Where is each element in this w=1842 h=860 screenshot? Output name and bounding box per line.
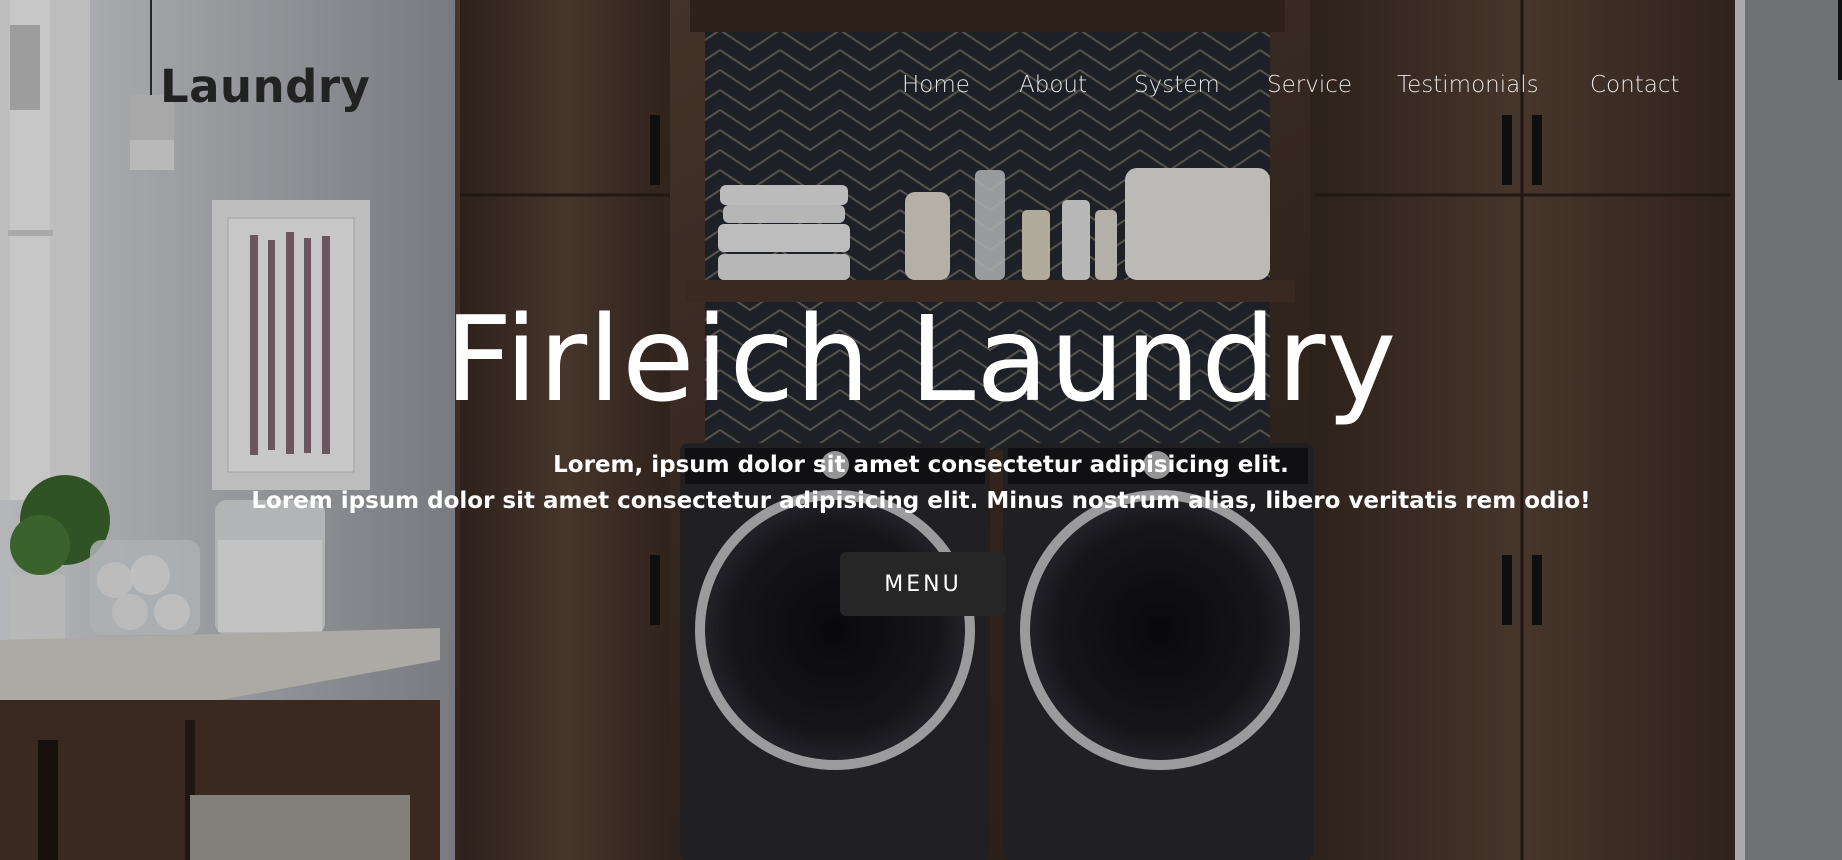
hero-subtitle-line1: Lorem, ipsum dolor sit amet consectetur … [553, 452, 1289, 478]
hero-subtitle-line2: Lorem ipsum dolor sit amet consectetur a… [251, 488, 1591, 514]
nav-link-service[interactable]: Service [1267, 72, 1352, 98]
hero-section: Laundry Home About System Service Testim… [0, 0, 1842, 860]
nav-link-contact[interactable]: Contact [1590, 72, 1679, 98]
hero-title: Firleich Laundry [444, 290, 1398, 428]
menu-button[interactable]: MENU [840, 552, 1006, 616]
main-nav: Home About System Service Testimonials C… [0, 72, 1842, 112]
nav-link-testimonials[interactable]: Testimonials [1397, 72, 1539, 98]
scrollbar-edge [1838, 0, 1842, 80]
hero-background-image [0, 0, 1842, 860]
nav-link-about[interactable]: About [1019, 72, 1087, 98]
nav-link-system[interactable]: System [1134, 72, 1220, 98]
nav-link-home[interactable]: Home [902, 72, 970, 98]
